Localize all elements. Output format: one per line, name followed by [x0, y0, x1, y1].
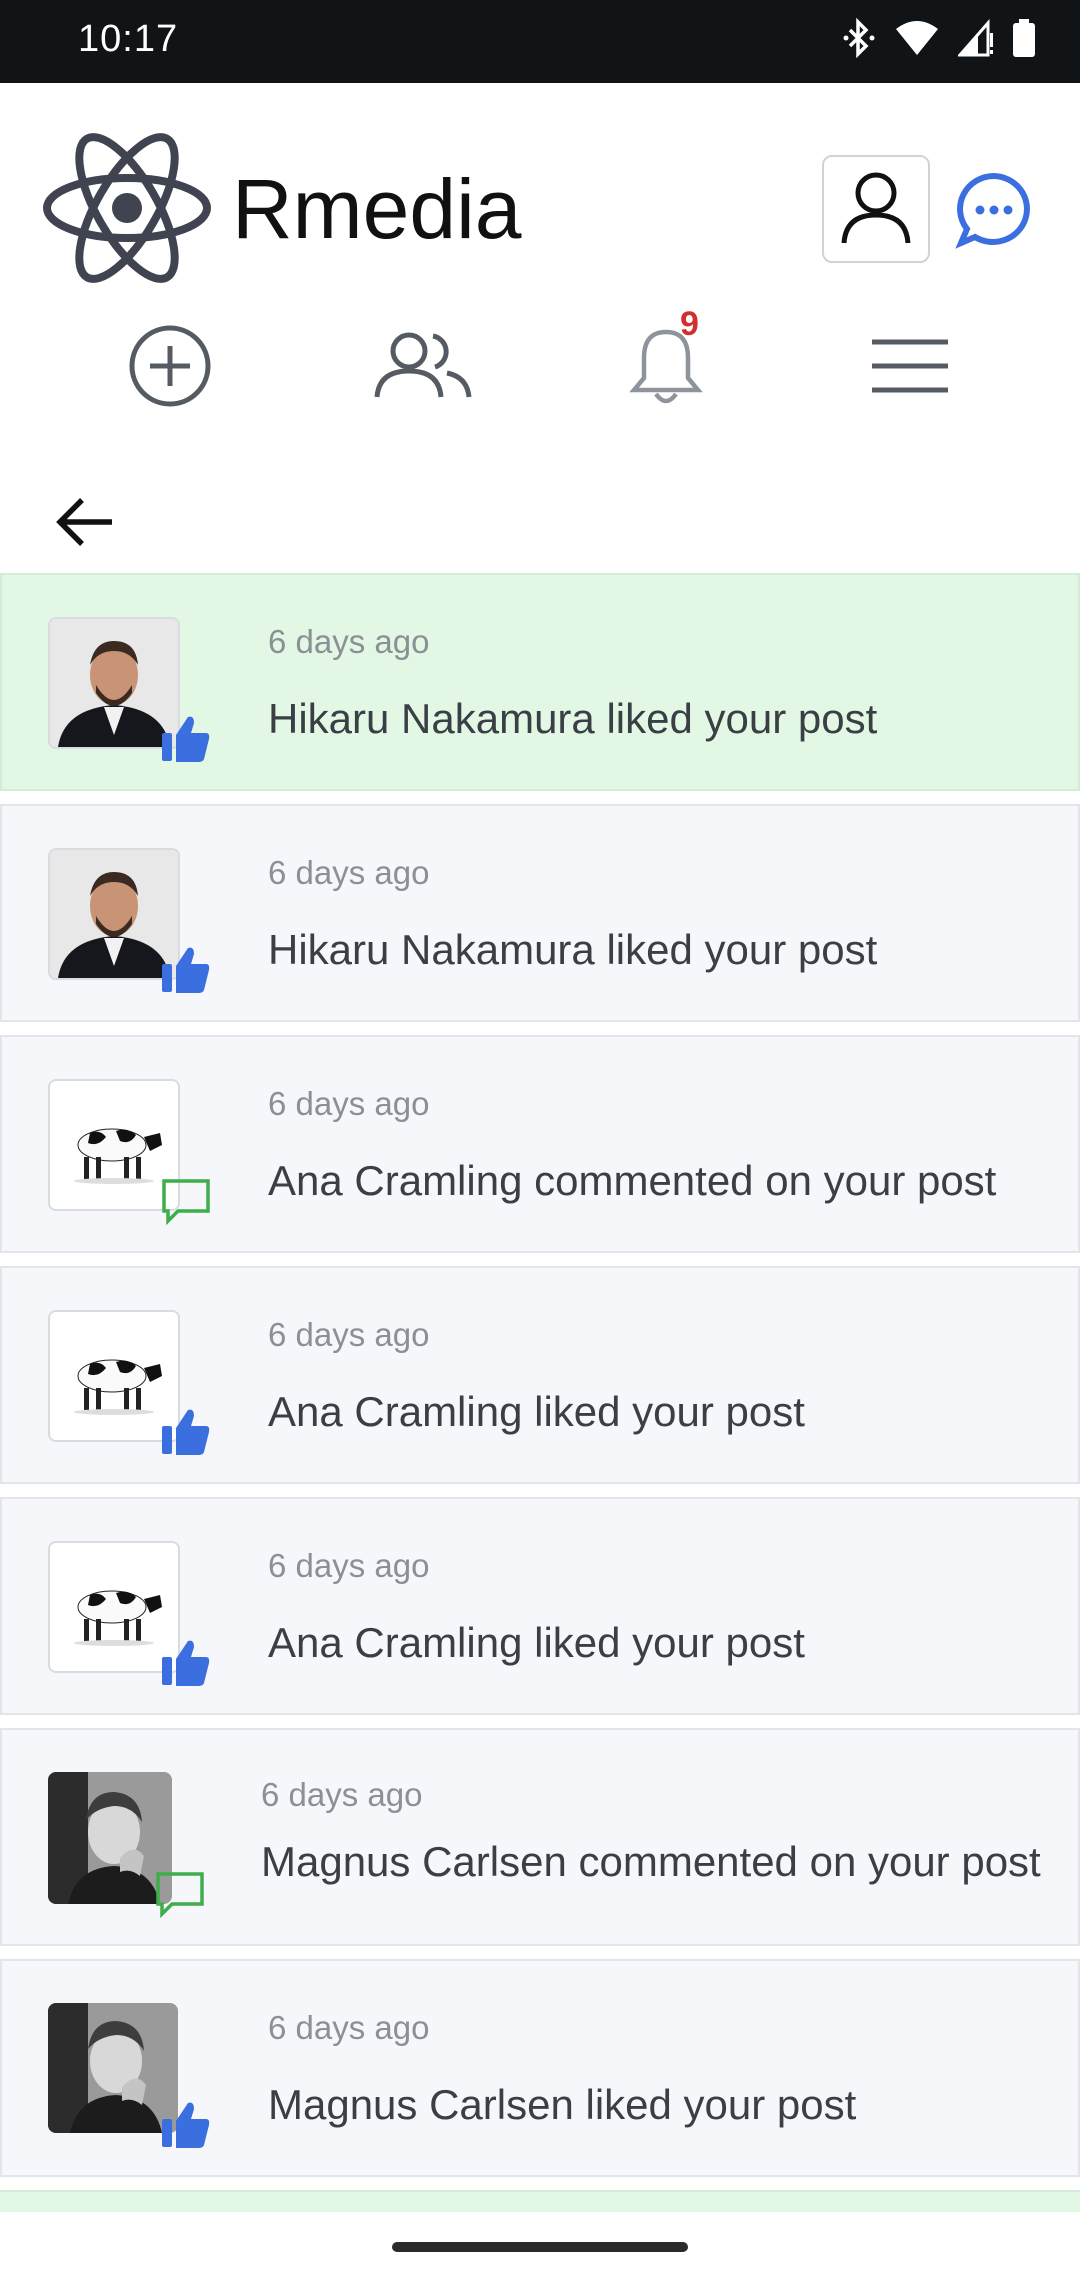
friends-button[interactable]	[373, 318, 473, 418]
plus-circle-icon	[128, 324, 212, 413]
thumbs-up-icon	[160, 944, 212, 996]
battery-icon	[1012, 18, 1036, 58]
notification-message: Hikaru Nakamura liked your post	[268, 695, 878, 742]
thumbs-up-icon	[160, 1637, 212, 1689]
notifications-button[interactable]	[616, 318, 716, 418]
signal-icon	[958, 19, 994, 57]
notification-item[interactable]: 6 days ago Hikaru Nakamura liked your po…	[0, 573, 1080, 791]
chat-bubble-icon[interactable]	[955, 171, 1033, 249]
notification-item[interactable]: 6 days ago Hikaru Nakamura liked your po…	[0, 804, 1080, 1022]
hamburger-icon	[870, 338, 950, 399]
notification-time: 6 days ago	[268, 1547, 430, 1584]
menu-button[interactable]	[860, 318, 960, 418]
thumbs-up-icon	[160, 1406, 212, 1458]
status-icons	[842, 18, 1036, 58]
arrow-left-icon	[52, 498, 120, 560]
nav-row	[0, 300, 1080, 430]
comment-icon	[160, 1175, 212, 1227]
notification-time: 6 days ago	[268, 1316, 430, 1353]
notification-item[interactable]: 6 days ago Magnus Carlsen commented on y…	[0, 1728, 1080, 1946]
app-title[interactable]: Rmedia	[232, 161, 521, 258]
notification-message: Ana Cramling liked your post	[268, 1388, 805, 1435]
users-icon	[373, 331, 473, 406]
notification-item[interactable]: 6 days ago Magnus Carlsen liked your pos…	[0, 1959, 1080, 2177]
status-bar: 10:17	[0, 0, 1080, 83]
notification-badge: 9	[680, 305, 699, 343]
profile-button[interactable]	[822, 155, 930, 263]
notification-time: 6 days ago	[268, 623, 430, 660]
home-indicator[interactable]	[392, 2242, 688, 2252]
thumbs-up-icon	[160, 2099, 212, 2151]
notification-time: 6 days ago	[268, 854, 430, 891]
react-logo-icon[interactable]	[42, 133, 212, 283]
notification-message: Hikaru Nakamura liked your post	[268, 926, 878, 973]
notification-time: 6 days ago	[268, 1085, 430, 1122]
notification-message: Magnus Carlsen liked your post	[268, 2081, 857, 2128]
notification-item[interactable]: 6 days ago Ana Cramling commented on you…	[0, 1035, 1080, 1253]
notification-item-peek	[0, 2190, 1080, 2212]
avatar	[48, 2003, 178, 2133]
create-post-button[interactable]	[120, 318, 220, 418]
notification-time: 6 days ago	[268, 2009, 430, 2046]
bluetooth-icon	[842, 18, 876, 58]
notification-message: Magnus Carlsen commented on your post	[261, 1838, 1041, 1885]
user-icon	[840, 169, 912, 250]
app-header: Rmedia	[0, 83, 1080, 293]
back-button[interactable]	[52, 488, 120, 556]
notification-message: Ana Cramling liked your post	[268, 1619, 805, 1666]
notification-item[interactable]: 6 days ago Ana Cramling liked your post	[0, 1497, 1080, 1715]
thumbs-up-icon	[160, 713, 212, 765]
notification-message: Ana Cramling commented on your post	[268, 1157, 997, 1204]
notification-list: 6 days ago Hikaru Nakamura liked your po…	[0, 573, 1080, 2190]
status-time: 10:17	[78, 18, 179, 60]
comment-icon	[154, 1868, 206, 1920]
notification-item[interactable]: 6 days ago Ana Cramling liked your post	[0, 1266, 1080, 1484]
wifi-icon	[894, 19, 940, 57]
notification-time: 6 days ago	[261, 1776, 423, 1813]
